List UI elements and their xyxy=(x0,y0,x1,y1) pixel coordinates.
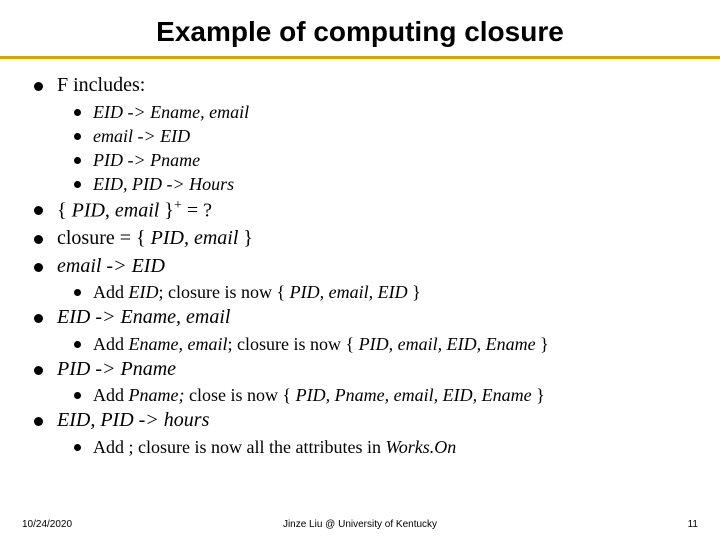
bullet-text: EID -> Ename, email xyxy=(57,305,686,331)
closure-update: Add EID; closure is now { PID, email, EI… xyxy=(74,281,686,304)
bullet-text: EID, PID -> hours xyxy=(57,408,686,434)
fd-item: PID -> Pname xyxy=(74,149,686,172)
bullet-step-fd: EID, PID -> hours xyxy=(34,408,686,434)
slide-title: Example of computing closure xyxy=(0,0,720,56)
fd-item: EID, PID -> Hours xyxy=(74,173,686,196)
fd-item: EID -> Ename, email xyxy=(74,101,686,124)
bullet-icon xyxy=(34,314,43,323)
fd-item: email -> EID xyxy=(74,125,686,148)
bullet-icon xyxy=(34,82,43,91)
footer-author: Jinze Liu @ University of Kentucky xyxy=(0,519,720,530)
bullet-icon xyxy=(34,206,43,215)
fd-text: EID -> Ename, email xyxy=(93,101,686,124)
closure-update: Add Ename, email; closure is now { PID, … xyxy=(74,333,686,356)
bullet-icon xyxy=(74,392,81,399)
bullet-icon xyxy=(34,417,43,426)
slide-body: F includes: EID -> Ename, email email ->… xyxy=(0,59,720,459)
bullet-step-fd: PID -> Pname xyxy=(34,357,686,383)
bullet-icon xyxy=(74,133,81,140)
bullet-text: PID -> Pname xyxy=(57,357,686,383)
bullet-text: F includes: xyxy=(57,73,686,99)
bullet-icon xyxy=(34,235,43,244)
fd-text: EID, PID -> Hours xyxy=(93,173,686,196)
closure-text: Add ; closure is now all the attributes … xyxy=(93,436,686,459)
bullet-closure-init: closure = { PID, email } xyxy=(34,226,686,252)
bullet-step-fd: email -> EID xyxy=(34,254,686,280)
bullet-text: email -> EID xyxy=(57,254,686,280)
bullet-step-fd: EID -> Ename, email xyxy=(34,305,686,331)
bullet-f-includes: F includes: xyxy=(34,73,686,99)
bullet-icon xyxy=(34,366,43,375)
bullet-text: closure = { PID, email } xyxy=(57,226,686,252)
bullet-icon xyxy=(74,289,81,296)
closure-text: Add Pname; close is now { PID, Pname, em… xyxy=(93,384,686,407)
closure-text: Add EID; closure is now { PID, email, EI… xyxy=(93,281,686,304)
bullet-question: { PID, email }+ = ? xyxy=(34,197,686,224)
fd-text: PID -> Pname xyxy=(93,149,686,172)
bullet-icon xyxy=(74,157,81,164)
closure-update: Add Pname; close is now { PID, Pname, em… xyxy=(74,384,686,407)
slide-footer: 10/24/2020 Jinze Liu @ University of Ken… xyxy=(0,519,720,530)
bullet-text: { PID, email }+ = ? xyxy=(57,197,686,224)
bullet-icon xyxy=(74,109,81,116)
bullet-icon xyxy=(74,341,81,348)
closure-text: Add Ename, email; closure is now { PID, … xyxy=(93,333,686,356)
fd-text: email -> EID xyxy=(93,125,686,148)
bullet-icon xyxy=(74,444,81,451)
closure-update: Add ; closure is now all the attributes … xyxy=(74,436,686,459)
bullet-icon xyxy=(74,181,81,188)
bullet-icon xyxy=(34,263,43,272)
